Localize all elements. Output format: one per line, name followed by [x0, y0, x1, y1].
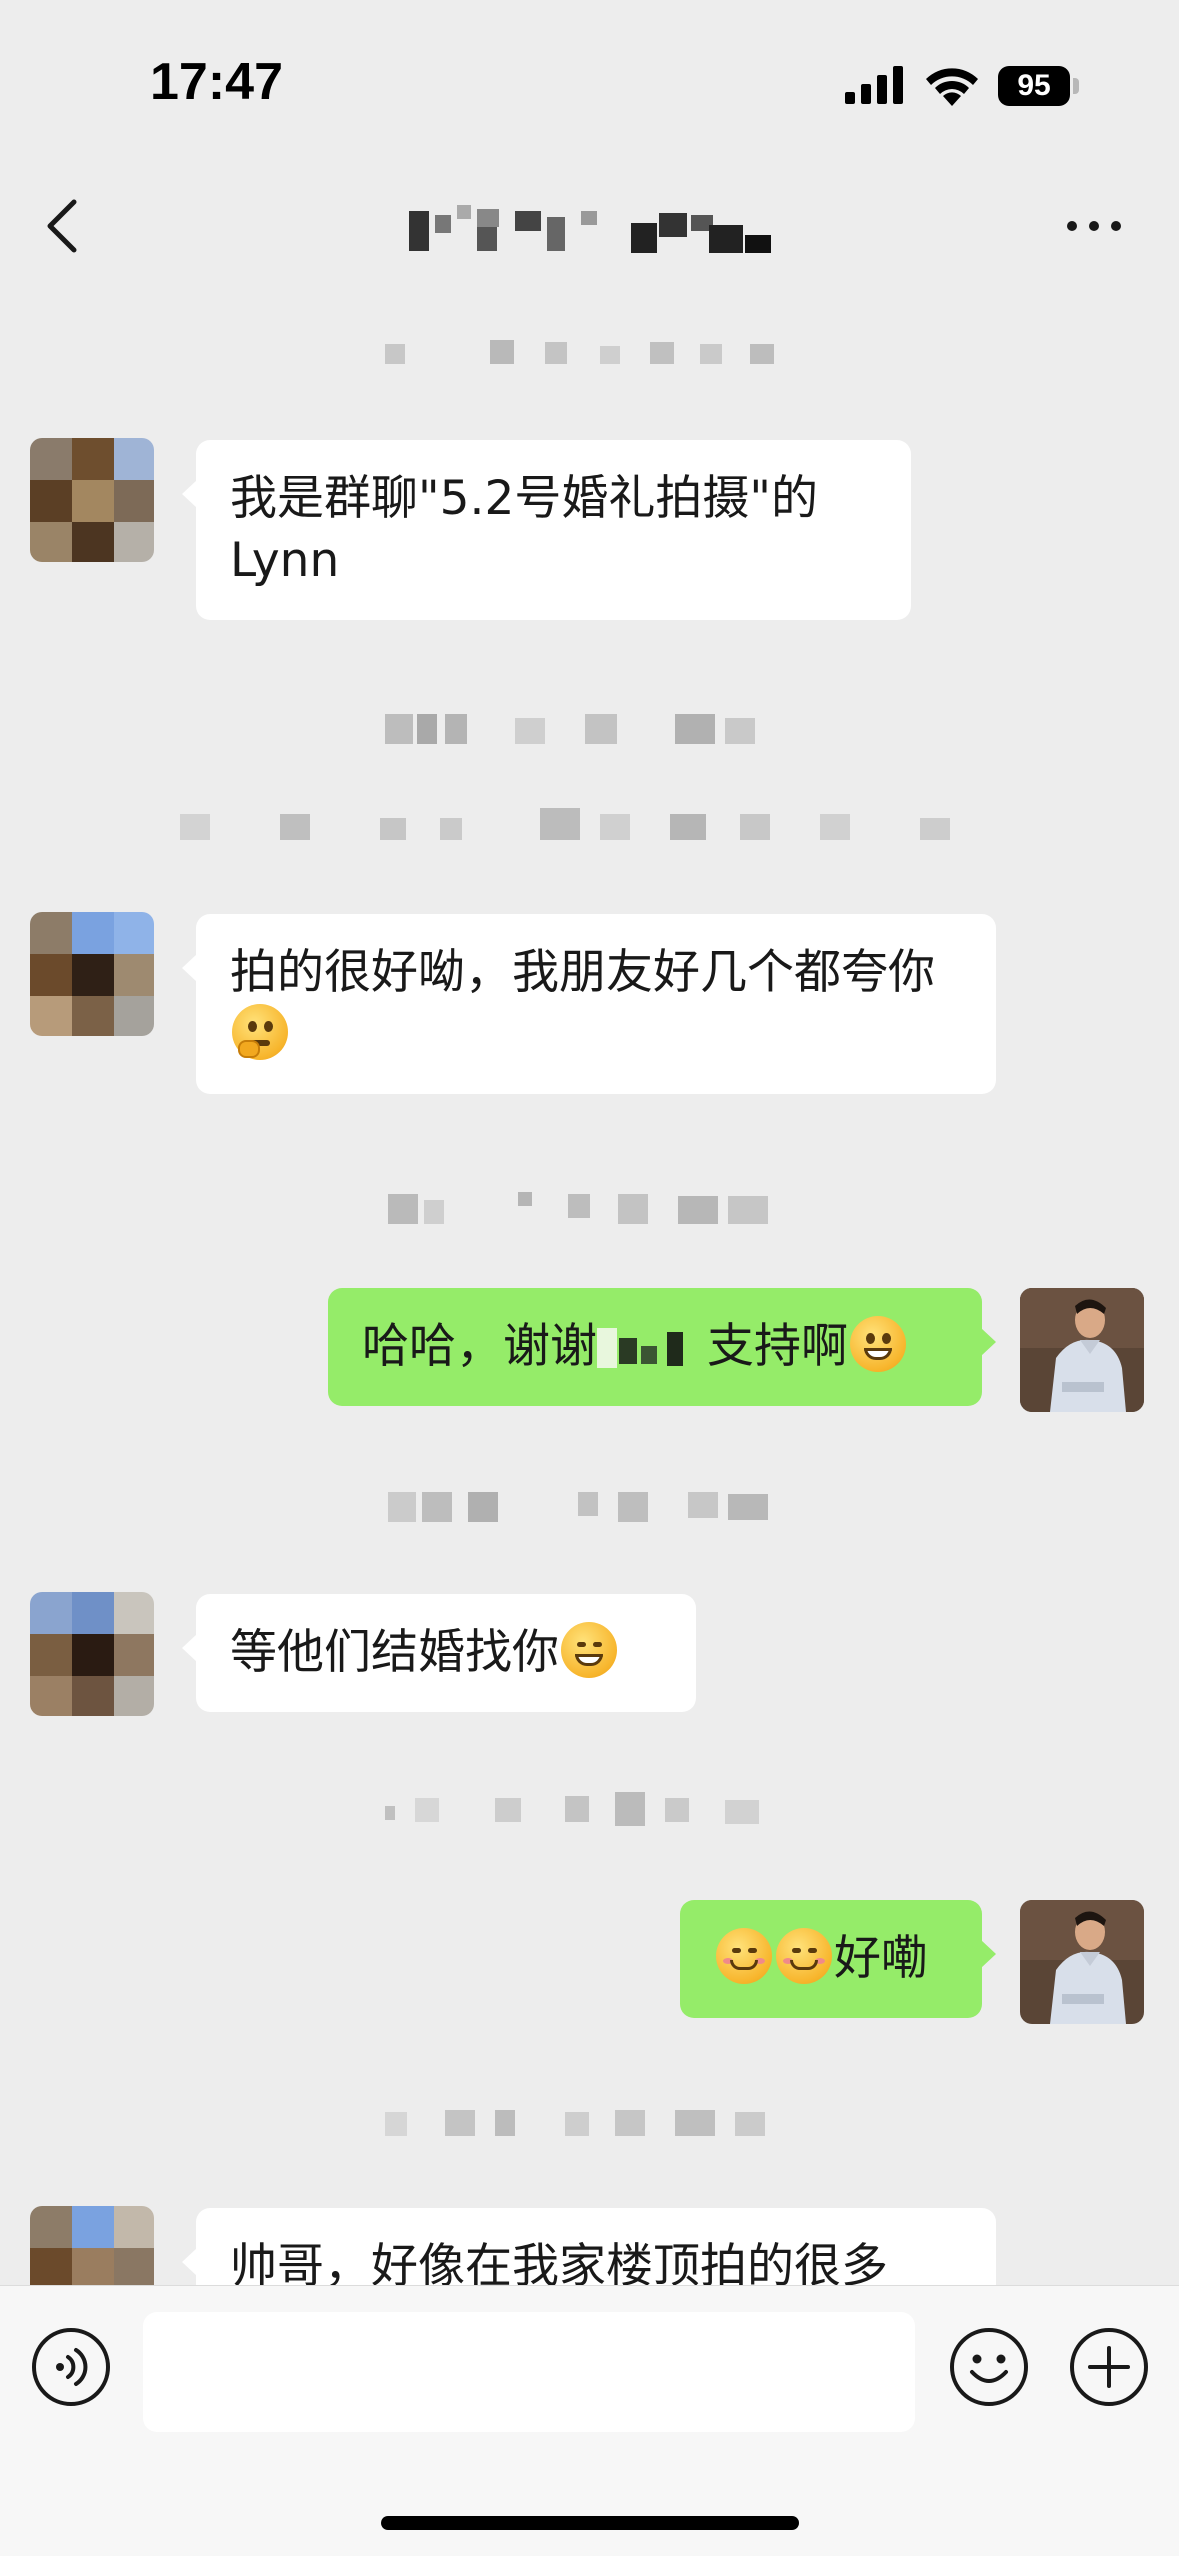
message-text: 好嘞: [834, 1931, 928, 1986]
message-text: 等他们结婚找你: [230, 1625, 559, 1680]
timestamp-pixelated: [385, 710, 795, 744]
voice-icon[interactable]: [30, 2326, 112, 2408]
message-bubble-incoming[interactable]: 等他们结婚找你: [182, 1594, 696, 1712]
status-time: 17:47: [150, 53, 283, 111]
back-chevron-icon[interactable]: [40, 196, 90, 256]
contact-avatar[interactable]: [30, 912, 154, 1036]
battery-level: 95: [998, 66, 1070, 106]
person-photo-icon: [1020, 1900, 1144, 2024]
system-notice-pixelated: [180, 808, 970, 842]
timestamp-pixelated: [385, 336, 775, 370]
smiling-face-emoji-icon: [716, 1928, 772, 1984]
more-options-icon[interactable]: [1064, 214, 1124, 238]
chat-title-pixelated: [405, 205, 775, 253]
message-text: 哈哈，谢谢: [362, 1319, 597, 1374]
message-bubble-outgoing[interactable]: 好嘞: [680, 1900, 996, 2018]
message-text: 我是群聊"5.2号婚礼拍摄"的Lynn: [230, 471, 818, 588]
message-input-bar: [0, 2285, 1179, 2556]
contact-avatar[interactable]: [30, 1592, 154, 1716]
cellular-signal-icon: [845, 66, 903, 104]
emoji-icon[interactable]: [948, 2326, 1030, 2408]
contact-avatar[interactable]: [30, 2206, 154, 2285]
message-text: 帅哥，好像在我家楼顶拍的很多: [230, 2239, 888, 2285]
thinking-face-emoji-icon: [232, 1004, 288, 1060]
plus-icon[interactable]: [1068, 2326, 1150, 2408]
my-avatar[interactable]: [1020, 1900, 1144, 2024]
contact-avatar[interactable]: [30, 438, 154, 562]
message-bubble-incoming[interactable]: 拍的很好呦，我朋友好几个都夸你: [182, 914, 996, 1094]
my-avatar[interactable]: [1020, 1288, 1144, 1412]
home-indicator[interactable]: [381, 2516, 799, 2530]
grinning-squint-face-emoji-icon: [561, 1622, 617, 1678]
smiling-face-emoji-icon: [776, 1928, 832, 1984]
message-bubble-outgoing[interactable]: 哈哈，谢谢 支持啊: [328, 1288, 996, 1406]
status-bar: 17:47 95: [0, 0, 1179, 150]
timestamp-pixelated: [385, 1792, 795, 1826]
battery-tip: [1073, 78, 1079, 94]
wifi-icon: [926, 68, 978, 106]
message-input[interactable]: [143, 2312, 915, 2432]
grinning-face-emoji-icon: [850, 1316, 906, 1372]
timestamp-pixelated: [388, 1190, 793, 1224]
message-bubble-incoming[interactable]: 帅哥，好像在我家楼顶拍的很多: [182, 2208, 996, 2285]
message-text: 拍的很好呦，我朋友好几个都夸你: [230, 945, 935, 1000]
timestamp-pixelated: [385, 2106, 795, 2140]
pixelated-name: [597, 1328, 707, 1368]
chat-message-list[interactable]: 我是群聊"5.2号婚礼拍摄"的Lynn 拍的很好呦，我朋友好几个都夸你 哈哈，谢…: [0, 300, 1179, 2285]
message-bubble-incoming[interactable]: 我是群聊"5.2号婚礼拍摄"的Lynn: [182, 440, 911, 620]
message-text: 支持啊: [707, 1319, 848, 1374]
person-photo-icon: [1020, 1288, 1144, 1412]
timestamp-pixelated: [388, 1488, 793, 1522]
